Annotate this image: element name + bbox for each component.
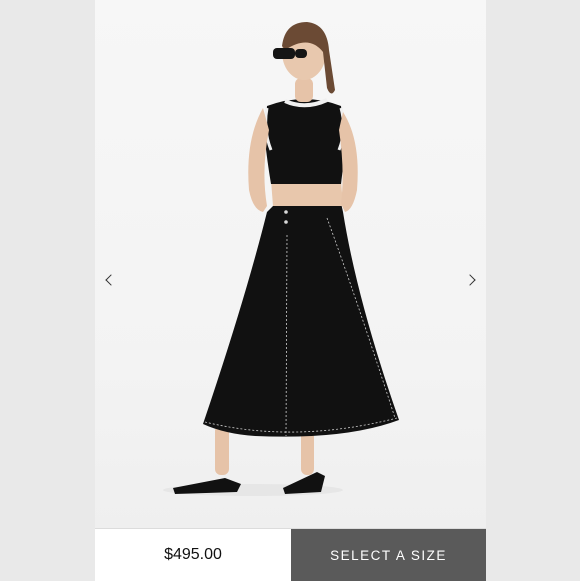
purchase-bar: $495.00 SELECT A SIZE bbox=[95, 528, 486, 581]
product-image bbox=[95, 0, 486, 528]
chevron-left-icon bbox=[105, 274, 117, 286]
product-price: $495.00 bbox=[95, 529, 291, 581]
model-illustration bbox=[163, 22, 399, 496]
chevron-right-icon bbox=[464, 274, 476, 286]
previous-image-button[interactable] bbox=[99, 268, 119, 292]
next-image-button[interactable] bbox=[462, 268, 482, 292]
select-size-button[interactable]: SELECT A SIZE bbox=[291, 529, 486, 581]
